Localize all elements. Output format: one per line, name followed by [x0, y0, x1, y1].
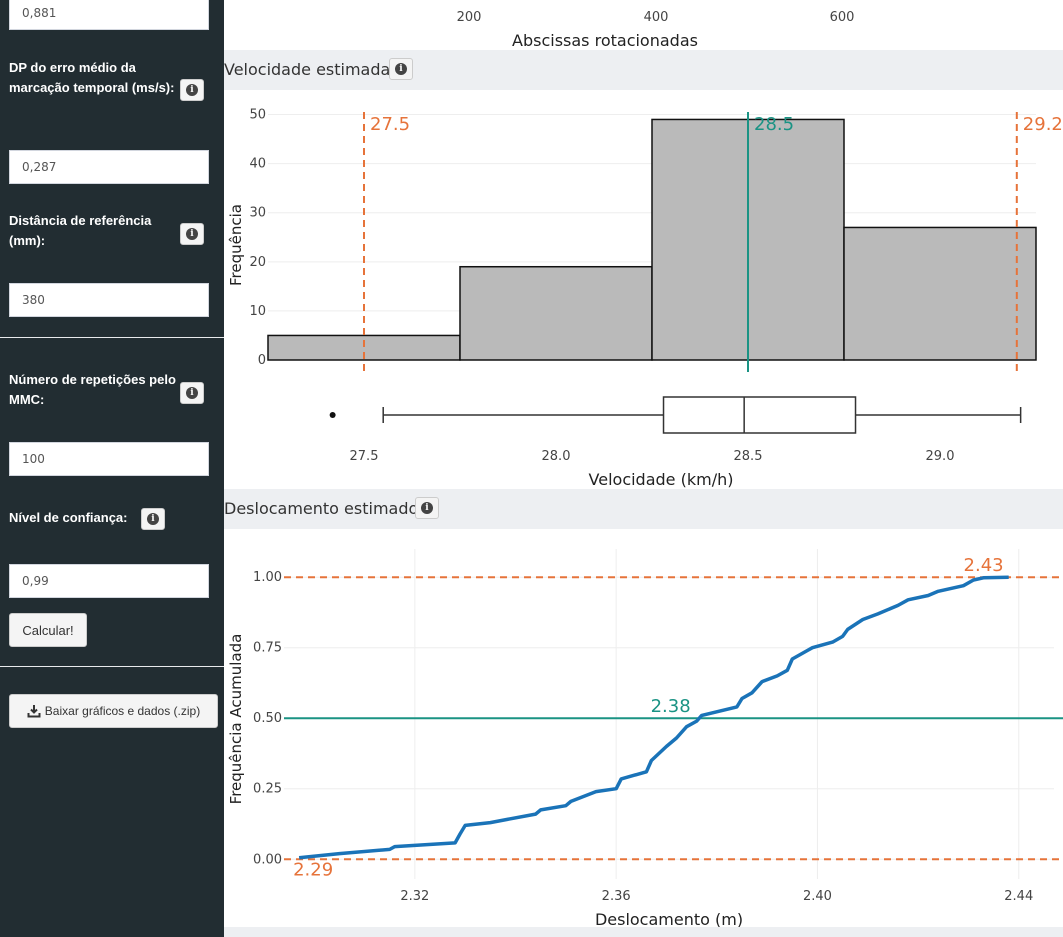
download-icon: [27, 705, 41, 718]
hist-y-tick: 50: [249, 108, 266, 123]
repetitions-info-button[interactable]: i: [180, 382, 204, 404]
info-icon: i: [186, 228, 198, 240]
ecdf-y-tick: 0.75: [253, 641, 282, 656]
boxplot-outlier: [329, 412, 336, 418]
displacement-section-header: Deslocamento estimado i: [224, 489, 1063, 529]
bottom-strip: [224, 927, 1063, 937]
ref-distance-label: Distância de referência (mm):: [9, 213, 152, 248]
displacement-section-title: Deslocamento estimado: [224, 499, 419, 518]
repetitions-input[interactable]: [9, 442, 209, 476]
hist-y-tick: 40: [249, 157, 266, 172]
dp-error-label: DP do erro médio da marcação temporal (m…: [9, 60, 175, 95]
ecdf-x-label: Deslocamento (m): [595, 910, 743, 927]
sidebar-divider: [0, 666, 224, 667]
boxplot-box: [662, 396, 857, 434]
ecdf-reference-label: 2.43: [964, 555, 1004, 576]
velocity-info-button[interactable]: i: [389, 58, 413, 80]
top-axis-label: Abscissas rotacionadas: [512, 31, 698, 50]
hist-y-tick: 20: [249, 255, 266, 270]
ecdf-x-tick: 2.32: [400, 889, 429, 904]
ecdf-y-tick: 0.00: [253, 852, 282, 867]
top-axis: 200 400 600 Abscissas rotacionadas: [457, 10, 855, 50]
ecdf-y-tick: 0.50: [253, 711, 282, 726]
hist-y-label: Frequência: [227, 204, 245, 286]
confidence-info-button[interactable]: i: [141, 508, 165, 530]
hist-x-tick: 29.0: [926, 449, 955, 464]
hist-x-tick: 28.5: [734, 449, 763, 464]
hist-x-tick: 27.5: [350, 449, 379, 464]
repetitions-label: Número de repetições pelo MMC:: [9, 372, 176, 407]
ecdf-y-tick: 0.25: [253, 782, 282, 797]
ecdf-x-tick: 2.36: [602, 889, 631, 904]
velocity-section-header: Velocidade estimada i: [224, 50, 1063, 90]
sidebar-divider: [0, 337, 224, 338]
ecdf-reference-label: 2.38: [651, 696, 691, 717]
hist-y-tick: 30: [249, 206, 266, 221]
hist-reference-label: 28.5: [754, 114, 794, 135]
download-button[interactable]: Baixar gráficos e dados (.zip): [9, 694, 218, 728]
velocity-section-title: Velocidade estimada: [224, 60, 391, 79]
displacement-chart: 2.32 2.36 2.40 2.44 0.00 0.25 0.50 0.75 1.00 Freq…: [227, 549, 1063, 927]
info-icon: i: [421, 502, 433, 514]
top-value-input[interactable]: [9, 0, 209, 30]
info-icon: i: [186, 387, 198, 399]
hist-reference-label: 29.2: [1023, 114, 1063, 135]
top-axis-tick: 600: [830, 10, 855, 25]
info-icon: i: [147, 513, 159, 525]
top-axis-tick: 400: [644, 10, 669, 25]
ecdf-reference-label: 2.29: [293, 859, 333, 880]
ecdf-x-tick: 2.44: [1004, 889, 1033, 904]
confidence-input[interactable]: [9, 564, 209, 598]
top-axis-tick: 200: [457, 10, 482, 25]
main-panel: 200 400 600 Abscissas rotacionadas Veloc…: [224, 0, 1063, 937]
ecdf-y-tick: 1.00: [253, 570, 282, 585]
dp-error-input[interactable]: [9, 150, 209, 184]
hist-x-tick: 28.0: [542, 449, 571, 464]
velocity-chart: 0 10 20 30 40 50 Frequência 27.5 28.5 29.2 27.5 28.…: [227, 108, 1063, 489]
info-icon: i: [395, 63, 407, 75]
calculate-button[interactable]: Calcular!: [9, 613, 87, 647]
dp-info-button[interactable]: i: [180, 79, 204, 101]
sidebar: DP do erro médio da marcação temporal (m…: [0, 0, 224, 937]
ref-distance-info-button[interactable]: i: [180, 223, 204, 245]
ref-distance-input[interactable]: [9, 283, 209, 317]
hist-y-tick: 10: [249, 304, 266, 319]
info-icon: i: [186, 84, 198, 96]
ecdf-x-tick: 2.40: [803, 889, 832, 904]
histogram-bar: [459, 265, 653, 361]
hist-y-tick: 0: [258, 353, 266, 368]
displacement-info-button[interactable]: i: [415, 497, 439, 519]
histogram-bar: [843, 226, 1037, 361]
hist-reference-label: 27.5: [370, 114, 410, 135]
hist-x-label: Velocidade (km/h): [589, 470, 734, 489]
ecdf-y-label: Frequência Acumulada: [227, 634, 245, 805]
